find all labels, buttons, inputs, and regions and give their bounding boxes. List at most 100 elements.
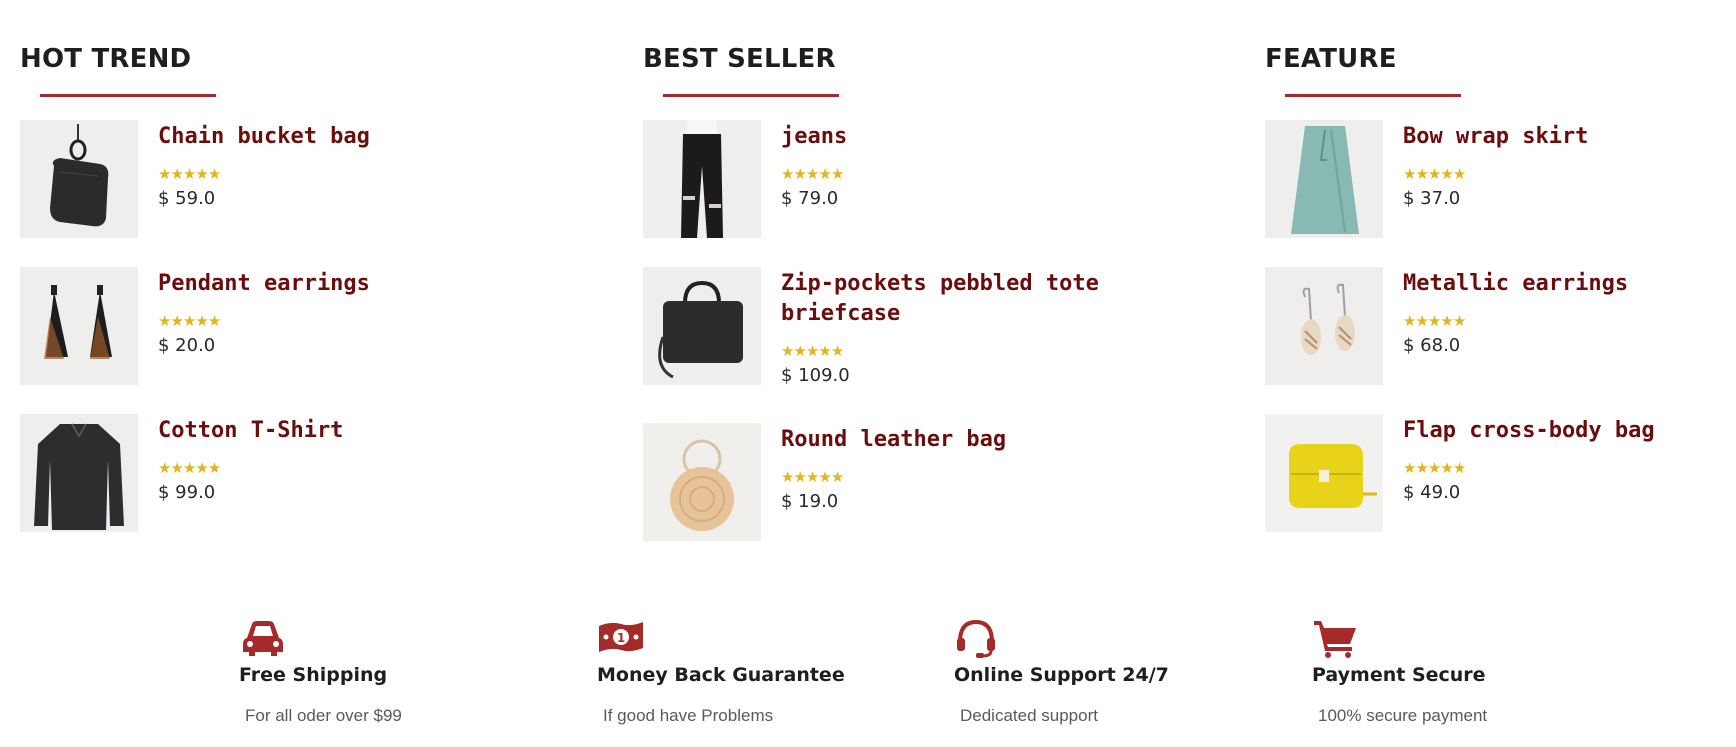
section-title: FEATURE	[1265, 44, 1397, 74]
money-icon: 1	[599, 622, 643, 652]
star-rating: ★★★★★	[158, 164, 222, 183]
product-image-jeans[interactable]	[643, 120, 761, 238]
star-icon: ★	[158, 165, 172, 183]
product-price: $ 79.0	[781, 188, 839, 209]
star-icon: ★	[793, 165, 807, 183]
section-title: BEST SELLER	[643, 44, 836, 74]
star-icon: ★	[1440, 312, 1454, 330]
star-icon: ★	[195, 459, 209, 477]
cart-icon	[1314, 621, 1356, 658]
star-icon: ★	[1403, 312, 1417, 330]
feature-title: Online Support 24/7	[954, 664, 1169, 686]
product-image-flap-cross-body-bag[interactable]	[1265, 414, 1383, 532]
star-icon: ★	[1427, 165, 1442, 183]
star-icon: ★	[1452, 165, 1467, 183]
title-underline	[40, 94, 216, 97]
headset-icon	[957, 619, 995, 658]
star-icon: ★	[781, 165, 795, 183]
star-icon: ★	[805, 468, 820, 486]
star-icon: ★	[818, 342, 832, 360]
product-price: $ 109.0	[781, 365, 850, 386]
star-icon: ★	[793, 468, 807, 486]
product-name[interactable]: jeans	[781, 122, 1201, 152]
star-icon: ★	[207, 312, 222, 330]
star-icon: ★	[818, 468, 832, 486]
star-icon: ★	[170, 312, 184, 330]
feature-title: Payment Secure	[1312, 664, 1486, 686]
product-image-chain-bucket-bag[interactable]	[20, 120, 138, 238]
feature-description: 100% secure payment	[1318, 706, 1488, 725]
star-icon: ★	[195, 165, 209, 183]
star-icon: ★	[1452, 312, 1467, 330]
star-rating: ★★★★★	[1403, 311, 1467, 330]
star-icon: ★	[805, 342, 820, 360]
star-icon: ★	[170, 459, 184, 477]
star-icon: ★	[1440, 459, 1454, 477]
feature-description: For all oder over $99	[245, 706, 402, 725]
product-name[interactable]: Metallic earrings	[1403, 269, 1736, 299]
product-name[interactable]: Bow wrap skirt	[1403, 122, 1736, 152]
star-icon: ★	[1415, 312, 1429, 330]
product-price: $ 68.0	[1403, 335, 1461, 356]
product-image-bow-wrap-skirt[interactable]	[1265, 120, 1383, 238]
star-icon: ★	[158, 312, 172, 330]
product-price: $ 59.0	[158, 188, 216, 209]
feature-title: Free Shipping	[239, 664, 388, 686]
product-price: $ 37.0	[1403, 188, 1461, 209]
car-icon	[243, 621, 283, 656]
svg-text:1: 1	[617, 631, 625, 645]
star-rating: ★★★★★	[1403, 164, 1467, 183]
star-icon: ★	[781, 468, 795, 486]
product-image-pendant-earrings[interactable]	[20, 267, 138, 385]
star-icon: ★	[182, 459, 197, 477]
star-icon: ★	[1415, 459, 1429, 477]
star-icon: ★	[1403, 459, 1417, 477]
product-price: $ 20.0	[158, 335, 216, 356]
star-rating: ★★★★★	[781, 164, 845, 183]
star-icon: ★	[793, 342, 807, 360]
star-icon: ★	[1403, 165, 1417, 183]
feature-title: Money Back Guarantee	[597, 664, 845, 686]
star-icon: ★	[1427, 459, 1442, 477]
star-icon: ★	[781, 342, 795, 360]
star-icon: ★	[182, 312, 197, 330]
star-icon: ★	[805, 165, 820, 183]
star-rating: ★★★★★	[781, 467, 845, 486]
product-image-briefcase[interactable]	[643, 267, 761, 385]
product-price: $ 19.0	[781, 491, 839, 512]
star-icon: ★	[158, 459, 172, 477]
title-underline	[1285, 94, 1461, 97]
product-image-metallic-earrings[interactable]	[1265, 267, 1383, 385]
star-icon: ★	[1427, 312, 1442, 330]
product-name[interactable]: Pendant earrings	[158, 269, 578, 299]
star-icon: ★	[1440, 165, 1454, 183]
feature-description: Dedicated support	[960, 706, 1098, 725]
star-rating: ★★★★★	[158, 458, 222, 477]
star-icon: ★	[207, 459, 222, 477]
section-title: HOT TREND	[20, 44, 192, 74]
feature-description: If good have Problems	[603, 706, 774, 725]
product-image-round-leather-bag[interactable]	[643, 423, 761, 541]
product-name[interactable]: Round leather bag	[781, 425, 1201, 455]
star-rating: ★★★★★	[1403, 458, 1467, 477]
star-icon: ★	[170, 165, 184, 183]
star-icon: ★	[830, 165, 845, 183]
product-image-cotton-t-shirt[interactable]	[20, 414, 138, 532]
product-name[interactable]: Cotton T-Shirt	[158, 416, 578, 446]
star-icon: ★	[830, 342, 845, 360]
star-icon: ★	[195, 312, 209, 330]
star-icon: ★	[818, 165, 832, 183]
star-icon: ★	[1415, 165, 1429, 183]
product-name[interactable]: Flap cross-body bag	[1403, 416, 1736, 446]
product-price: $ 99.0	[158, 482, 216, 503]
star-icon: ★	[830, 468, 845, 486]
star-rating: ★★★★★	[158, 311, 222, 330]
product-price: $ 49.0	[1403, 482, 1461, 503]
star-icon: ★	[182, 165, 197, 183]
title-underline	[663, 94, 839, 97]
product-name[interactable]: Zip-pockets pebbled tote briefcase	[781, 269, 1201, 329]
product-name[interactable]: Chain bucket bag	[158, 122, 578, 152]
star-icon: ★	[1452, 459, 1467, 477]
star-icon: ★	[207, 165, 222, 183]
star-rating: ★★★★★	[781, 341, 845, 360]
